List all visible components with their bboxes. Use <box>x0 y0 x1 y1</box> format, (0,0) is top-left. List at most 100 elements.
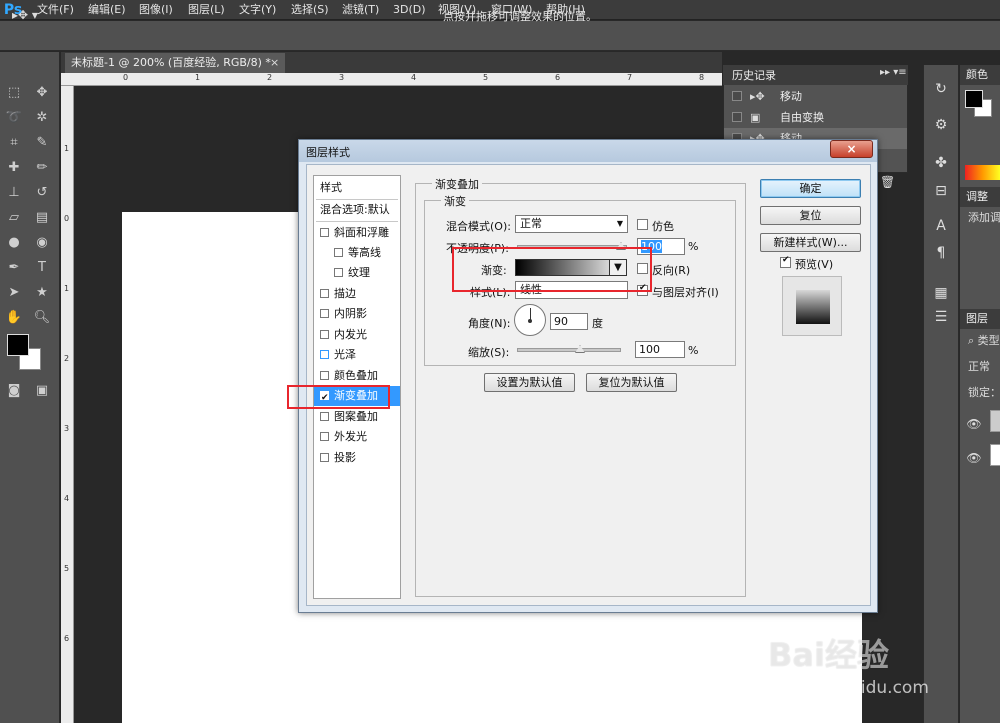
color-spectrum[interactable] <box>965 165 1000 180</box>
document-tab[interactable]: 未标题-1 @ 200% (百度经验, RGB/8) * <box>65 53 285 73</box>
scale-slider[interactable] <box>517 348 621 352</box>
style-checkbox[interactable] <box>334 268 343 277</box>
history-item[interactable]: ▸✥ 移动 <box>724 86 907 107</box>
new-style-button[interactable]: 新建样式(W)... <box>760 233 861 252</box>
style-pattern-overlay[interactable]: 图案叠加 <box>314 407 400 427</box>
panel-foreground-swatch[interactable] <box>965 90 983 108</box>
style-color-overlay[interactable]: 颜色叠加 <box>314 366 400 386</box>
zoom-tool-icon[interactable]: 🔍︎ <box>30 307 54 329</box>
layer-thumbnail[interactable] <box>990 444 1000 466</box>
dither-checkbox[interactable] <box>637 219 648 230</box>
layer-comps-icon[interactable]: ▦ <box>928 282 954 304</box>
dialog-titlebar[interactable] <box>299 140 877 162</box>
eye-icon[interactable]: 👁︎ <box>966 416 982 432</box>
notes-icon[interactable]: ☰ <box>928 306 954 328</box>
style-outer-glow[interactable]: 外发光 <box>314 427 400 447</box>
style-checkbox[interactable] <box>320 432 329 441</box>
actions-icon[interactable]: ⚙ <box>928 114 954 136</box>
reset-default-button[interactable]: 复位为默认值 <box>586 373 677 392</box>
reset-button[interactable]: 复位 <box>760 206 861 225</box>
layer-thumbnail[interactable] <box>990 410 1000 432</box>
style-inner-glow[interactable]: 内发光 <box>314 325 400 345</box>
layer-blend-mode[interactable]: 正常 <box>968 358 990 374</box>
style-checkbox[interactable] <box>320 350 329 359</box>
eraser-tool-icon[interactable]: ▱ <box>2 207 26 229</box>
healing-brush-icon[interactable]: ✚ <box>2 157 26 179</box>
style-drop-shadow[interactable]: 投影 <box>314 448 400 468</box>
menu-edit[interactable]: 编辑(E) <box>88 0 126 20</box>
marquee-tool-icon[interactable]: ⬚ <box>2 82 26 104</box>
menu-3d[interactable]: 3D(D) <box>393 0 426 20</box>
magic-wand-icon[interactable]: ✲ <box>30 107 54 129</box>
path-select-icon[interactable]: ➤ <box>2 282 26 304</box>
brush-tool-icon[interactable]: ✏ <box>30 157 54 179</box>
panel-menu-icon[interactable]: ▸▸ ▾≡ <box>880 67 907 78</box>
type-tool-icon[interactable]: T <box>30 257 54 279</box>
pen-tool-icon[interactable]: ✒ <box>2 257 26 279</box>
style-checkbox[interactable] <box>320 309 329 318</box>
blur-tool-icon[interactable]: ● <box>2 232 26 254</box>
eye-icon[interactable]: 👁︎ <box>966 450 982 466</box>
style-checkbox[interactable] <box>320 453 329 462</box>
preview-label: 预览(V) <box>795 258 834 271</box>
menu-type[interactable]: 文字(Y) <box>239 0 276 20</box>
style-contour[interactable]: 等高线 <box>314 243 400 263</box>
style-satin[interactable]: 光泽 <box>314 345 400 365</box>
style-checkbox[interactable] <box>320 412 329 421</box>
ok-button[interactable]: 确定 <box>760 179 861 198</box>
make-default-button[interactable]: 设置为默认值 <box>484 373 575 392</box>
history-brush-icon[interactable]: ↺ <box>30 182 54 204</box>
angle-dial[interactable] <box>514 304 546 336</box>
character-icon[interactable]: A <box>928 215 954 237</box>
style-checkbox[interactable] <box>320 228 329 237</box>
blend-mode-select[interactable]: 正常 ▼ <box>515 215 628 233</box>
history-panel-icon[interactable]: ↻ <box>928 78 954 100</box>
screen-mode-icon[interactable]: ▣ <box>30 380 54 402</box>
shape-tool-icon[interactable]: ★ <box>30 282 54 304</box>
style-stroke[interactable]: 描边 <box>314 284 400 304</box>
clone-source-icon[interactable]: ⊟ <box>928 180 954 202</box>
move-tool-preset-icon[interactable]: ▸✥ ▾ <box>12 8 38 22</box>
layers-panel-tab[interactable]: 图层 <box>960 309 1000 329</box>
style-checkbox[interactable] <box>320 371 329 380</box>
paragraph-icon[interactable]: ¶ <box>928 242 954 264</box>
layer-filter-select[interactable]: ⌕ 类型 <box>968 332 1000 348</box>
styles-header[interactable]: 样式 <box>314 178 400 198</box>
color-panel-tab[interactable]: 颜色 <box>960 65 1000 85</box>
stamp-tool-icon[interactable]: ⊥ <box>2 182 26 204</box>
history-snapshot-box[interactable] <box>732 91 742 101</box>
style-bevel-emboss[interactable]: 斜面和浮雕 <box>314 223 400 243</box>
adjustments-panel-tab[interactable]: 调整 <box>960 187 1000 207</box>
scale-input[interactable]: 100 <box>635 341 685 358</box>
move-tool-icon[interactable]: ✥ <box>30 82 54 104</box>
close-tab-icon[interactable]: × <box>270 53 284 73</box>
menu-image[interactable]: 图像(I) <box>139 0 173 20</box>
blend-options-item[interactable]: 混合选项:默认 <box>314 200 400 220</box>
menu-filter[interactable]: 滤镜(T) <box>342 0 379 20</box>
history-snapshot-box[interactable] <box>732 112 742 122</box>
brush-presets-icon[interactable]: ✤ <box>928 152 954 174</box>
style-checkbox[interactable] <box>320 289 329 298</box>
angle-input[interactable]: 90 <box>550 313 588 330</box>
dodge-tool-icon[interactable]: ◉ <box>30 232 54 254</box>
ruler-label: 7 <box>627 73 633 82</box>
eyedropper-icon[interactable]: ✎ <box>30 132 54 154</box>
preview-checkbox[interactable]: ✔ <box>780 255 791 268</box>
style-checkbox[interactable] <box>320 330 329 339</box>
trash-icon[interactable]: 🗑︎ <box>880 175 895 189</box>
menu-select[interactable]: 选择(S) <box>291 0 329 20</box>
history-panel-title[interactable]: 历史记录 <box>732 67 776 83</box>
quick-mask-icon[interactable]: ◙ <box>2 380 26 402</box>
crop-tool-icon[interactable]: ⌗ <box>2 132 26 154</box>
gradient-tool-icon[interactable]: ▤ <box>30 207 54 229</box>
menu-file[interactable]: 文件(F) <box>37 0 74 20</box>
hand-tool-icon[interactable]: ✋ <box>2 307 26 329</box>
history-item[interactable]: ▣ 自由变换 <box>724 107 907 128</box>
style-inner-shadow[interactable]: 内阴影 <box>314 304 400 324</box>
style-checkbox[interactable] <box>334 248 343 257</box>
dialog-close-button[interactable]: × <box>830 140 873 158</box>
foreground-color-swatch[interactable] <box>7 334 29 356</box>
lasso-tool-icon[interactable]: ➰ <box>2 107 26 129</box>
menu-layer[interactable]: 图层(L) <box>188 0 225 20</box>
style-texture[interactable]: 纹理 <box>314 263 400 283</box>
